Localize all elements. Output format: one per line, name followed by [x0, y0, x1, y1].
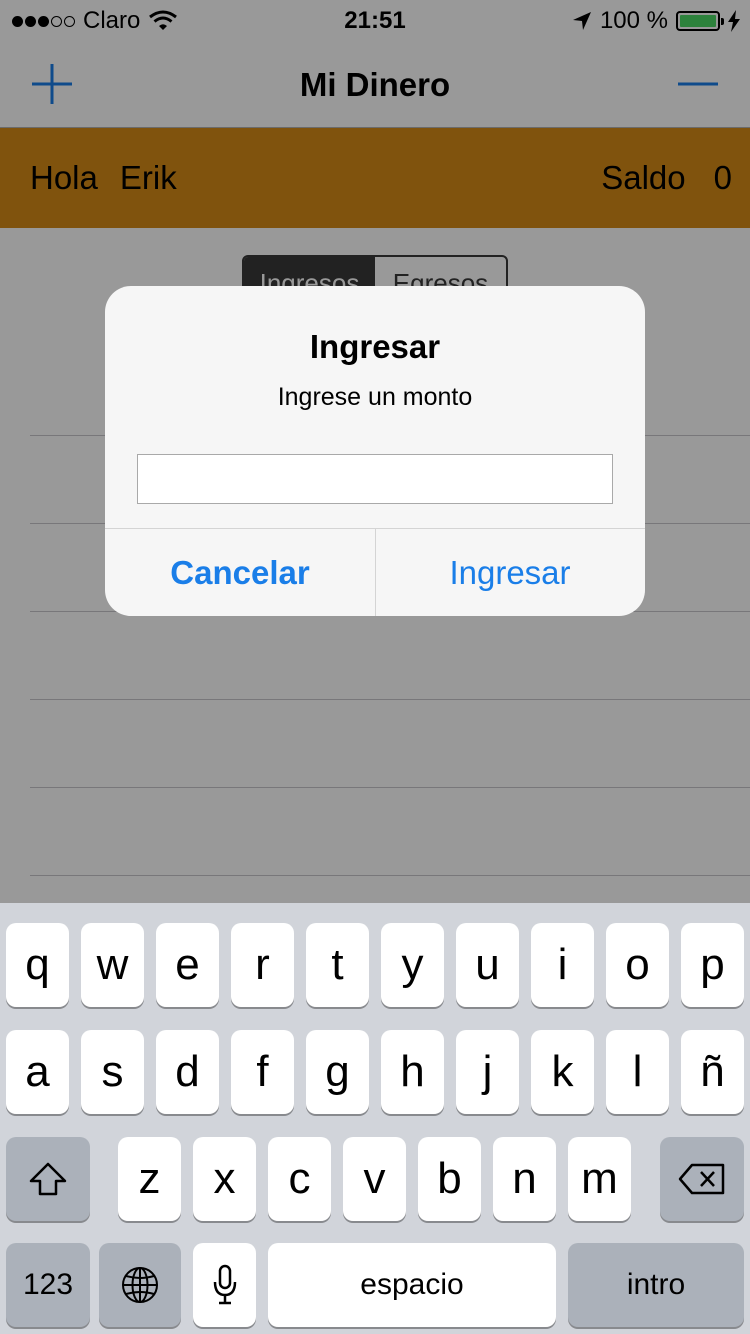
key[interactable]: i	[531, 923, 594, 1007]
numbers-key[interactable]: 123	[6, 1243, 90, 1327]
key[interactable]: y	[381, 923, 444, 1007]
key[interactable]: h	[381, 1030, 444, 1114]
key[interactable]: s	[81, 1030, 144, 1114]
alert-dialog: Ingresar Ingrese un monto Cancelar Ingre…	[105, 286, 645, 616]
key[interactable]: d	[156, 1030, 219, 1114]
key[interactable]: v	[343, 1137, 406, 1221]
key[interactable]: j	[456, 1030, 519, 1114]
key[interactable]: ñ	[681, 1030, 744, 1114]
key[interactable]: t	[306, 923, 369, 1007]
key[interactable]: f	[231, 1030, 294, 1114]
globe-icon	[122, 1267, 158, 1303]
amount-input[interactable]	[137, 454, 613, 504]
key[interactable]: p	[681, 923, 744, 1007]
alert-message: Ingrese un monto	[277, 383, 473, 411]
numbers-key-label: 123	[22, 1268, 74, 1301]
confirm-button[interactable]: Ingresar	[375, 529, 645, 616]
dictation-key[interactable]	[193, 1243, 256, 1327]
key[interactable]: b	[418, 1137, 481, 1221]
keyboard: q w e r t y u i o p a s d f g h j k l ñ …	[0, 903, 750, 1334]
shift-key[interactable]	[6, 1137, 90, 1221]
key[interactable]: a	[6, 1030, 69, 1114]
key[interactable]: q	[6, 923, 69, 1007]
alert-title: Ingresar	[309, 328, 441, 365]
key[interactable]: z	[118, 1137, 181, 1221]
globe-key[interactable]	[99, 1243, 181, 1327]
key[interactable]: c	[268, 1137, 331, 1221]
cancel-button[interactable]: Cancelar	[105, 529, 375, 616]
key[interactable]: o	[606, 923, 669, 1007]
key[interactable]: r	[231, 923, 294, 1007]
key[interactable]: g	[306, 1030, 369, 1114]
shift-icon	[29, 1162, 67, 1196]
space-key[interactable]: espacio	[268, 1243, 556, 1327]
return-key[interactable]: intro	[568, 1243, 744, 1327]
space-key-label: espacio	[360, 1268, 464, 1301]
delete-key[interactable]	[660, 1137, 744, 1221]
key[interactable]: k	[531, 1030, 594, 1114]
key[interactable]: m	[568, 1137, 631, 1221]
microphone-icon	[213, 1264, 236, 1305]
key[interactable]: e	[156, 923, 219, 1007]
key[interactable]: u	[456, 923, 519, 1007]
delete-icon	[678, 1163, 725, 1195]
key[interactable]: x	[193, 1137, 256, 1221]
key[interactable]: l	[606, 1030, 669, 1114]
key[interactable]: n	[493, 1137, 556, 1221]
return-key-label: intro	[626, 1268, 686, 1301]
key[interactable]: w	[81, 923, 144, 1007]
